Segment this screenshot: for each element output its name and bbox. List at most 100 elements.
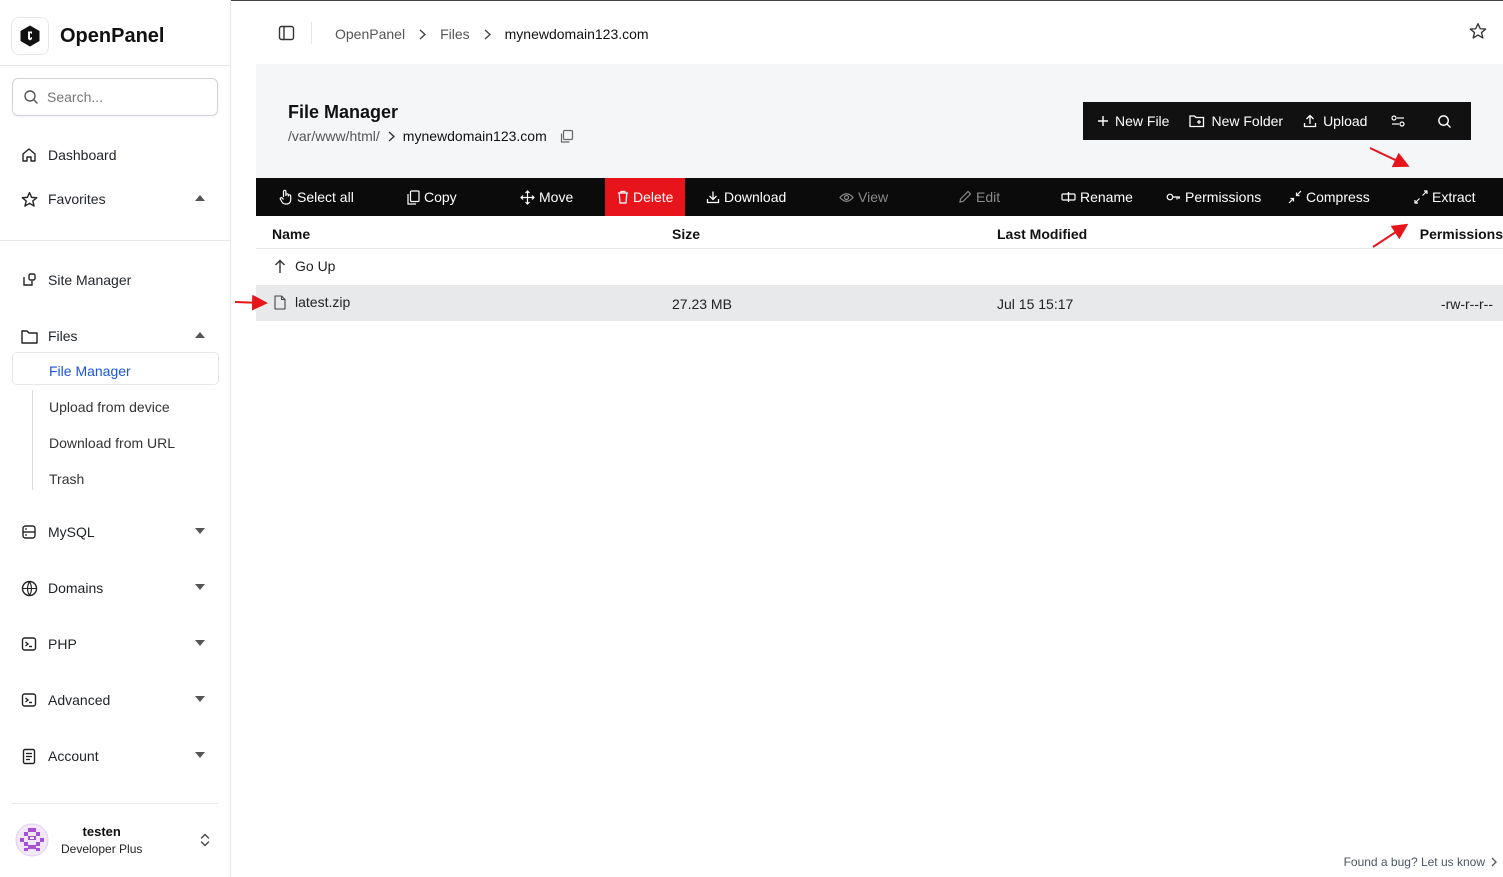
user-plan: Developer Plus [61, 842, 143, 856]
column-permissions[interactable]: Permissions [1420, 226, 1503, 242]
search-icon [23, 89, 39, 105]
caret-down-icon [195, 584, 205, 590]
move-label: Move [539, 189, 574, 205]
path-root[interactable]: /var/www/html/ [288, 128, 380, 144]
pointer-hand-icon [279, 189, 293, 205]
rename-icon [1061, 191, 1076, 203]
permissions-button[interactable]: Permissions [1166, 178, 1261, 216]
home-icon [20, 146, 38, 164]
chevron-right-icon [388, 130, 395, 142]
rename-button[interactable]: Rename [1061, 178, 1133, 216]
sidebar-item-advanced[interactable]: Advanced [20, 689, 210, 711]
sidebar-item-mysql[interactable]: MySQL [20, 521, 210, 543]
file-size: 27.23 MB [672, 296, 732, 312]
breadcrumb-files[interactable]: Files [440, 26, 470, 42]
path-current-dir: mynewdomain123.com [402, 128, 547, 144]
column-last-modified[interactable]: Last Modified [997, 226, 1087, 242]
extract-button[interactable]: Extract [1414, 178, 1476, 216]
chevron-right-icon [1491, 857, 1497, 867]
expand-arrows-icon [1414, 190, 1428, 204]
select-all-label: Select all [297, 189, 354, 205]
breadcrumb: OpenPanel Files mynewdomain123.com [335, 26, 649, 42]
file-icon [274, 294, 286, 310]
sidebar-divider [0, 65, 230, 66]
chevron-right-icon [484, 28, 491, 40]
sidebar-item-files[interactable]: Files [20, 325, 210, 347]
breadcrumb-current: mynewdomain123.com [504, 26, 649, 42]
caret-up-icon [195, 195, 205, 201]
new-folder-button[interactable]: New Folder [1179, 102, 1293, 140]
file-action-toolbar: Select all Copy Move Delete Download Vie… [256, 178, 1503, 216]
table-row[interactable]: latest.zip 27.23 MB Jul 15 15:17 -rw-r--… [256, 285, 1503, 321]
chevrons-up-down-icon [200, 832, 210, 848]
download-button[interactable]: Download [706, 178, 786, 216]
go-up-label: Go Up [295, 258, 336, 274]
user-name: testen [82, 824, 121, 839]
copy-path-icon[interactable] [559, 129, 574, 144]
report-bug-link[interactable]: Found a bug? Let us know [1344, 855, 1497, 869]
sidebar-search[interactable] [12, 78, 218, 116]
sidebar-item-dashboard[interactable]: Dashboard [20, 144, 210, 166]
sidebar-item-label: PHP [48, 636, 77, 652]
sidebar-item-label: Advanced [48, 692, 111, 708]
star-icon [20, 190, 38, 208]
sidebar-item-label: Site Manager [48, 272, 132, 288]
sidebar-item-label: Account [48, 748, 99, 764]
download-label: Download [724, 189, 787, 205]
sidebar-item-label: MySQL [48, 524, 95, 540]
sidebar-subitem-trash[interactable]: Trash [49, 471, 84, 487]
sidebar-subitem-upload-from-device[interactable]: Upload from device [49, 399, 170, 415]
move-button[interactable]: Move [520, 178, 573, 216]
sidebar-item-php[interactable]: PHP [20, 633, 210, 655]
view-label: View [858, 189, 889, 205]
select-all-button[interactable]: Select all [279, 178, 354, 216]
sidebar-divider [12, 803, 218, 804]
brand[interactable]: OpenPanel [11, 17, 164, 55]
user-info: testen Developer Plus [61, 824, 142, 856]
user-menu[interactable]: testen Developer Plus [15, 820, 220, 860]
breadcrumb-openpanel[interactable]: OpenPanel [335, 26, 405, 42]
page-title: File Manager [288, 102, 399, 122]
pencil-icon [958, 190, 972, 204]
topbar-divider [311, 22, 312, 44]
copy-label: Copy [424, 189, 457, 205]
compress-button[interactable]: Compress [1288, 178, 1370, 216]
sidebar-item-domains[interactable]: Domains [20, 577, 210, 599]
new-folder-label: New Folder [1211, 113, 1284, 129]
copy-button[interactable]: Copy [407, 178, 457, 216]
database-icon [20, 523, 38, 541]
sidebar-subitem-file-manager[interactable]: File Manager [49, 363, 131, 379]
caret-down-icon [195, 752, 205, 758]
terminal-icon [20, 691, 38, 709]
column-name[interactable]: Name [272, 226, 310, 242]
favorite-star-icon[interactable] [1469, 22, 1487, 40]
move-arrows-icon [520, 189, 535, 205]
go-up-row[interactable]: Go Up [256, 249, 1503, 285]
compress-label: Compress [1306, 189, 1370, 205]
sidebar-item-account[interactable]: Account [20, 745, 210, 767]
file-create-toolbar: New File New Folder Upload [1083, 102, 1471, 140]
upload-button[interactable]: Upload [1293, 102, 1377, 140]
search-files-button[interactable] [1419, 102, 1464, 140]
sidebar-item-favorites[interactable]: Favorites [20, 188, 210, 210]
sidebar-subitem-download-from-url[interactable]: Download from URL [49, 435, 175, 451]
sidebar-item-site-manager[interactable]: Site Manager [20, 269, 210, 291]
sidebar-item-label: Dashboard [48, 147, 117, 163]
topbar: OpenPanel Files mynewdomain123.com [231, 0, 1503, 64]
edit-button[interactable]: Edit [958, 178, 1000, 216]
new-file-button[interactable]: New File [1083, 102, 1179, 140]
account-book-icon [20, 747, 38, 765]
go-up-cell: Go Up [274, 258, 335, 274]
sidebar-toggle-icon[interactable] [278, 25, 295, 41]
brand-name: OpenPanel [60, 24, 165, 47]
view-button[interactable]: View [839, 178, 888, 216]
folder-plus-icon [1189, 114, 1205, 128]
current-path: /var/www/html/ mynewdomain123.com [288, 128, 574, 144]
submenu-guide-line [32, 390, 33, 490]
search-input[interactable] [47, 89, 197, 105]
filter-settings-button[interactable] [1377, 102, 1419, 140]
key-icon [1166, 192, 1181, 202]
delete-button[interactable]: Delete [605, 178, 686, 216]
column-size[interactable]: Size [672, 226, 700, 242]
plus-icon [1097, 115, 1109, 127]
